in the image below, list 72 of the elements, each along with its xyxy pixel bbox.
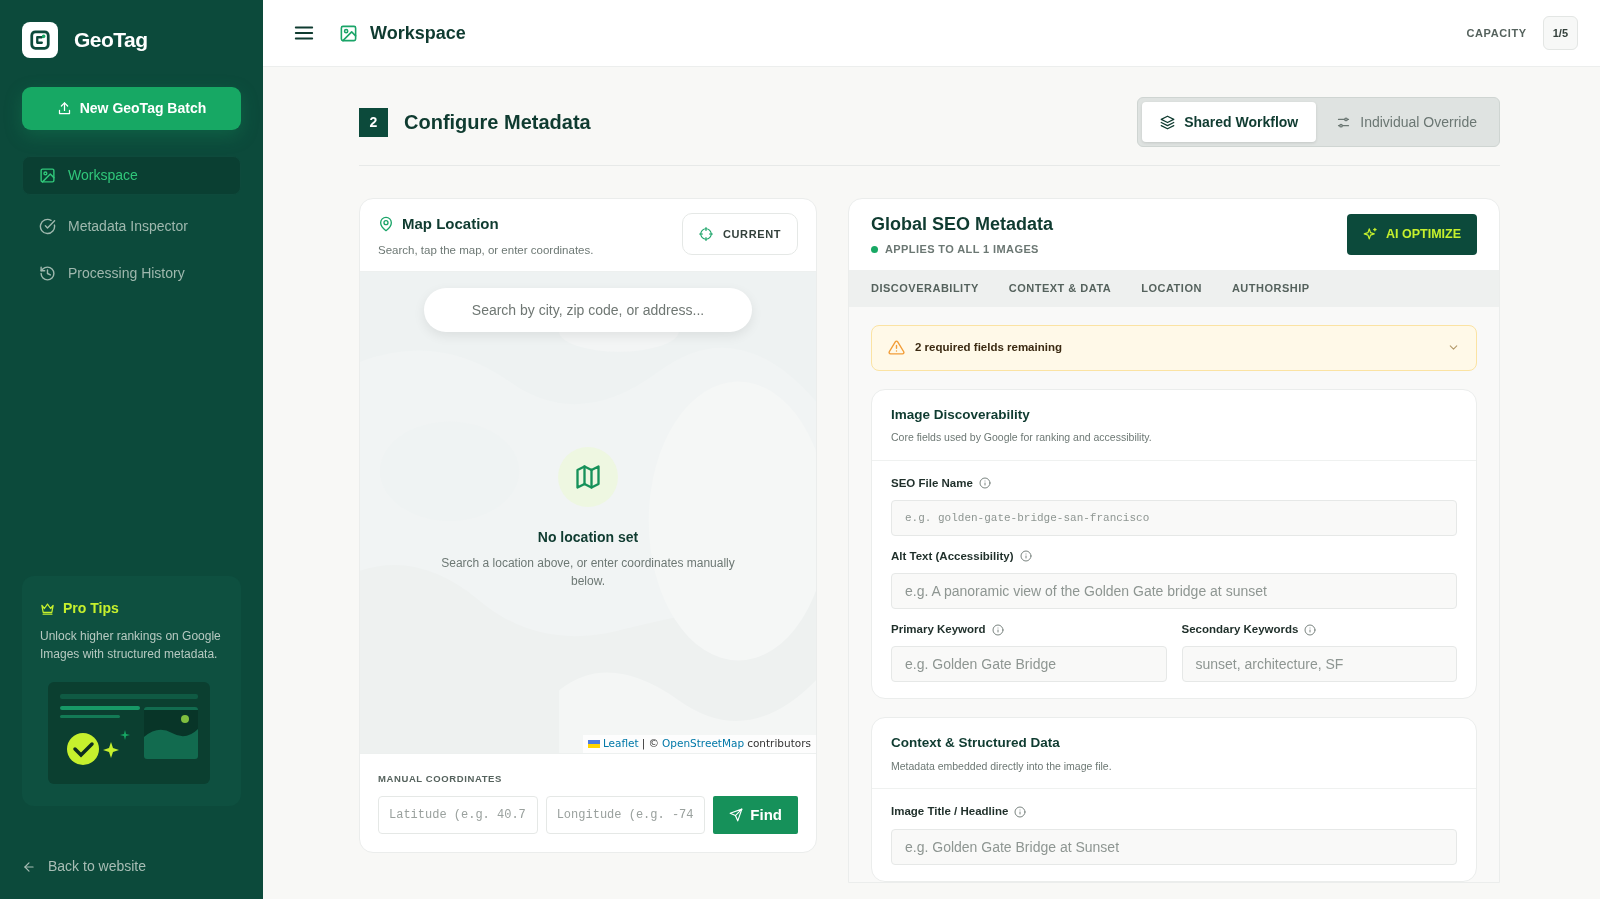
- crosshair-icon: [699, 227, 713, 241]
- mode-tab[interactable]: Shared Workflow: [1142, 102, 1317, 142]
- section-description: Core fields used by Google for ranking and accessibility.: [891, 429, 1153, 445]
- upload-icon: [56, 101, 72, 116]
- image-icon: [39, 167, 56, 184]
- image-icon: [339, 23, 358, 43]
- location-pin-icon: [378, 216, 394, 233]
- applies-label: APPLIES TO ALL 1 IMAGES: [885, 242, 1039, 257]
- longitude-field[interactable]: Longitude (e.g. -74: [545, 796, 706, 834]
- section-heading: Image Discoverability: [891, 405, 1031, 424]
- leaflet-link[interactable]: Leaflet: [602, 736, 639, 752]
- openstreetmap-link[interactable]: OpenStreetMap: [662, 736, 745, 752]
- sparkles-icon: [1363, 226, 1378, 242]
- warning-banner[interactable]: 2 required fields remaining: [871, 324, 1477, 371]
- text-field[interactable]: e.g. Golden Gate Bridge: [891, 646, 1167, 683]
- layers-icon: [1160, 114, 1176, 130]
- map-icon: [574, 462, 602, 491]
- back-link[interactable]: Back to website: [22, 856, 241, 877]
- logo-icon: [22, 22, 58, 58]
- empty-state-title: No location set: [536, 527, 640, 547]
- info-icon: [978, 477, 991, 490]
- find-button[interactable]: Find: [713, 796, 798, 834]
- pro-tips-title: Pro Tips: [63, 598, 119, 618]
- info-icon: [1019, 550, 1032, 563]
- text-field[interactable]: e.g. golden-gate-bridge-san-francisco: [891, 499, 1457, 536]
- pro-tips-text: Unlock higher rankings on Google Images with structured metadata.: [40, 627, 222, 664]
- sidebar-item[interactable]: Processing History: [22, 254, 241, 293]
- tab[interactable]: DISCOVERABILITY: [871, 279, 979, 297]
- attribution-separator: | ©: [641, 736, 660, 752]
- mode-tab[interactable]: Individual Override: [1318, 102, 1495, 142]
- tab[interactable]: AUTHORSHIP: [1231, 279, 1310, 297]
- history-icon: [39, 265, 56, 282]
- app-name: GeoTag: [74, 27, 148, 54]
- ai-optimize-button[interactable]: AI OPTIMIZE: [1347, 213, 1477, 255]
- text-field[interactable]: sunset, architecture, SF: [1181, 646, 1457, 683]
- new-batch-button[interactable]: New GeoTag Batch: [22, 87, 241, 130]
- text-field[interactable]: e.g. Golden Gate Bridge at Sunset: [891, 828, 1457, 865]
- field-label: Primary Keyword: [891, 622, 986, 637]
- field-label: MANUAL COORDINATES: [378, 771, 503, 786]
- card-title: Global SEO Metadata: [871, 213, 1054, 236]
- field-label: Image Title / Headline: [891, 804, 1009, 820]
- map-search-field[interactable]: Search by city, zip code, or address...: [424, 287, 752, 332]
- field-label: Secondary Keywords: [1181, 622, 1299, 637]
- section-title: Configure Metadata: [404, 110, 591, 135]
- tab[interactable]: CONTEXT & DATA: [1008, 279, 1112, 297]
- section-heading: Context & Structured Data: [891, 734, 1061, 753]
- flag-icon: [587, 739, 600, 748]
- check-circle-icon: [39, 218, 56, 235]
- capacity-label: CAPACITY: [1466, 25, 1527, 41]
- field-label: SEO File Name: [891, 475, 973, 491]
- info-icon: [1304, 623, 1317, 636]
- capacity-count: 1/5: [1542, 15, 1578, 51]
- crown-icon: [40, 600, 55, 616]
- attribution-text: contributors: [747, 736, 811, 751]
- status-dot: [871, 245, 878, 253]
- info-icon: [991, 623, 1004, 636]
- card-subtitle: Search, tap the map, or enter coordinates.: [378, 242, 594, 258]
- sidebar-item[interactable]: Metadata Inspector: [22, 207, 241, 246]
- latitude-field[interactable]: Latitude (e.g. 40.7: [378, 796, 538, 834]
- sidebar-item[interactable]: Workspace: [22, 156, 241, 195]
- send-icon: [729, 808, 744, 822]
- info-icon: [1014, 805, 1027, 818]
- page-title: Workspace: [370, 21, 466, 45]
- empty-state-text: Search a location above, or enter coordinates manually below.: [440, 554, 736, 591]
- step-number: 2: [359, 107, 388, 137]
- text-field[interactable]: e.g. A panoramic view of the Golden Gate bridge at sunset: [891, 573, 1457, 609]
- field-label: Alt Text (Accessibility): [891, 548, 1014, 564]
- card-title: Map Location: [402, 214, 499, 234]
- current-location-button[interactable]: CURRENT: [682, 213, 798, 255]
- warning-icon: [888, 339, 905, 356]
- section-description: Metadata embedded directly into the image file.: [891, 758, 1113, 774]
- tab[interactable]: LOCATION: [1141, 279, 1202, 297]
